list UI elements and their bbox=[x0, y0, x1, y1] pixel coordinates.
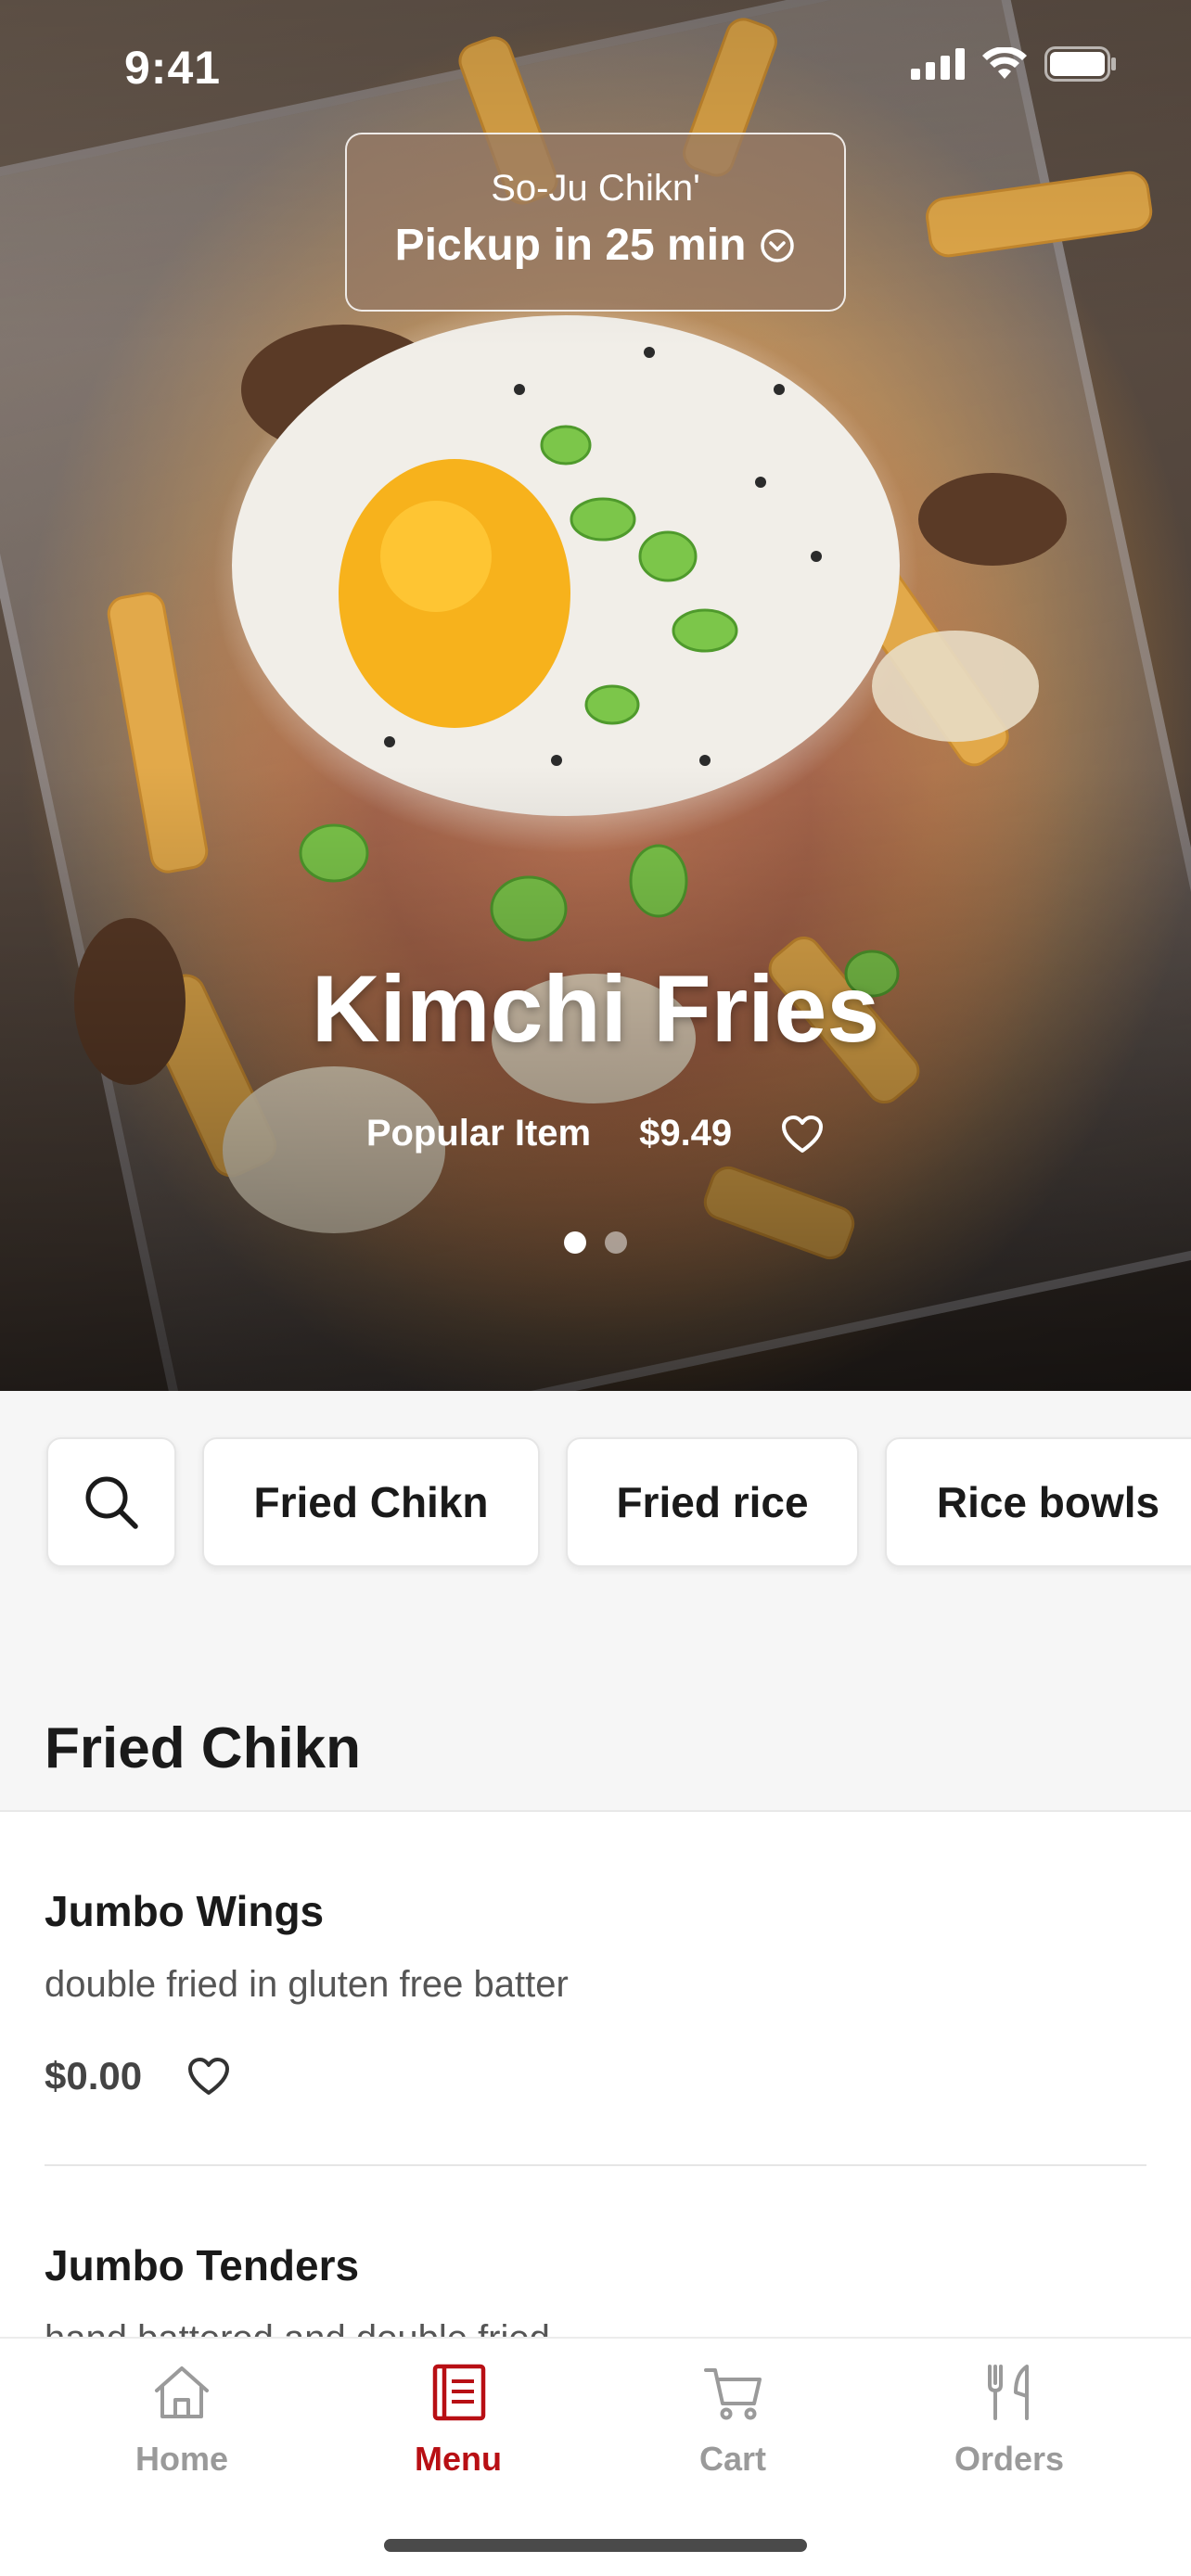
carousel-dots[interactable] bbox=[0, 1231, 1191, 1254]
featured-item-meta: Popular Item $9.49 bbox=[0, 1113, 1191, 1154]
menu-item-price-row: $0.00 bbox=[45, 2054, 1146, 2098]
cellular-signal-icon bbox=[911, 48, 965, 80]
menu-item-list: Jumbo Wings double fried in gluten free … bbox=[0, 1810, 1191, 2337]
section-title: Fried Chikn bbox=[45, 1716, 362, 1780]
pickup-time-label: Pickup in 25 min bbox=[394, 221, 747, 270]
menu-item[interactable]: Jumbo Tenders hand battered and double f… bbox=[45, 2240, 1146, 2337]
item-divider bbox=[45, 2164, 1146, 2166]
fork-knife-icon bbox=[988, 2365, 1029, 2420]
cart-icon bbox=[704, 2368, 762, 2420]
featured-item-price: $9.49 bbox=[639, 1113, 733, 1154]
menu-item-name: Jumbo Tenders bbox=[45, 2241, 360, 2289]
status-time: 9:41 bbox=[124, 42, 222, 94]
tab-label: Cart bbox=[698, 2440, 767, 2478]
menu-item-price: $0.00 bbox=[45, 2054, 143, 2098]
tab-home[interactable]: Home bbox=[89, 2363, 275, 2479]
category-chip-rice-bowls[interactable]: Rice bowls bbox=[885, 1437, 1191, 1567]
carousel-dot-1[interactable] bbox=[564, 1231, 586, 1254]
home-icon bbox=[155, 2366, 209, 2418]
status-icons bbox=[911, 46, 1117, 82]
carousel-dot-2[interactable] bbox=[605, 1231, 627, 1254]
home-indicator[interactable] bbox=[384, 2539, 807, 2552]
category-chip-fried-chikn[interactable]: Fried Chikn bbox=[202, 1437, 540, 1567]
search-icon bbox=[85, 1476, 138, 1529]
category-chips: Fried Chikn Fried rice Rice bowls bbox=[46, 1437, 1191, 1567]
battery-icon bbox=[1044, 46, 1116, 82]
wifi-icon bbox=[982, 47, 1027, 79]
featured-item-title: Kimchi Fries bbox=[311, 956, 880, 1062]
heart-icon[interactable] bbox=[780, 1114, 825, 1154]
tab-orders[interactable]: Orders bbox=[916, 2363, 1102, 2479]
store-name: So-Ju Chikn' bbox=[491, 168, 700, 209]
tab-menu[interactable]: Menu bbox=[365, 2363, 551, 2479]
search-button[interactable] bbox=[46, 1437, 176, 1567]
heart-icon[interactable] bbox=[186, 2056, 231, 2097]
tab-cart[interactable]: Cart bbox=[640, 2363, 826, 2479]
tab-label: Menu bbox=[415, 2440, 502, 2478]
pickup-selector[interactable]: So-Ju Chikn' Pickup in 25 min bbox=[345, 133, 846, 312]
category-chip-fried-rice[interactable]: Fried rice bbox=[566, 1437, 859, 1567]
menu-item[interactable]: Jumbo Wings double fried in gluten free … bbox=[45, 1886, 1146, 2098]
chevron-down-circle-icon bbox=[761, 228, 795, 262]
menu-book-icon bbox=[432, 2364, 486, 2421]
menu-item-name: Jumbo Wings bbox=[45, 1887, 325, 1935]
tab-label: Orders bbox=[954, 2440, 1065, 2478]
menu-item-description: double fried in gluten free batter bbox=[45, 1964, 569, 2005]
tab-label: Home bbox=[134, 2440, 229, 2478]
pickup-time: Pickup in 25 min bbox=[347, 220, 844, 271]
menu-item-description: hand battered and double fried bbox=[45, 2318, 1146, 2337]
featured-item-tag: Popular Item bbox=[365, 1113, 592, 1154]
